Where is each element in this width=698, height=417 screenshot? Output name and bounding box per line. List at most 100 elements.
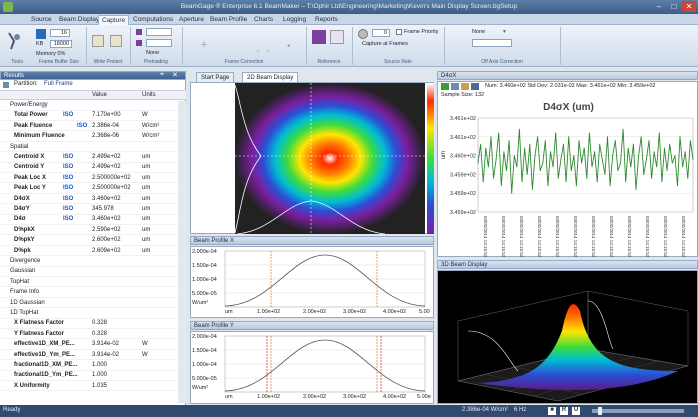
result-row[interactable]: X Flatness Factor 0.328 xyxy=(2,319,178,329)
close-button[interactable]: ✕ xyxy=(682,1,696,12)
result-row[interactable]: Gaussian xyxy=(2,267,178,277)
result-row[interactable]: Minimum Fluence 2.368e-06 W/cm² xyxy=(2,132,178,142)
kb-input[interactable]: 18000 xyxy=(50,40,72,48)
result-name: D4σX xyxy=(14,195,30,202)
save-icon[interactable] xyxy=(451,83,459,90)
menu-beam-display[interactable]: Beam Display xyxy=(56,15,102,25)
minimize-button[interactable]: – xyxy=(652,1,666,12)
result-row[interactable]: 1D TopHat xyxy=(2,309,178,319)
result-row[interactable]: TopHat xyxy=(2,278,178,288)
beam-display-3d[interactable] xyxy=(437,270,698,404)
export-icon[interactable] xyxy=(471,83,479,90)
preload-none[interactable]: None xyxy=(146,50,159,56)
result-row[interactable]: fractional1D_Ym_PE... 1.000 xyxy=(2,371,178,381)
result-row[interactable]: X Uniformity 1.035 xyxy=(2,382,178,392)
data-point xyxy=(500,185,502,187)
data-point xyxy=(506,170,507,172)
menu-reports[interactable]: Reports xyxy=(312,15,341,25)
maximize-button[interactable]: □ xyxy=(667,1,681,12)
d4sx-line-chart[interactable]: 3.461e+02 3.461e+02 3.460e+02 3.459e+02 3.45… xyxy=(438,102,698,258)
beam-profile-x-chart[interactable]: 2.000e-04 1.500e-04 1.000e-04 5.000e-05 … xyxy=(190,246,434,318)
ultracal-icon[interactable]: U xyxy=(572,407,580,415)
result-row[interactable]: Spatial xyxy=(2,143,178,153)
result-row[interactable]: Peak Loc Y ISO 2.500000e+02 um xyxy=(2,184,178,194)
frame-count-input[interactable]: 0 xyxy=(372,29,390,37)
chevron-down-icon[interactable]: ▾ xyxy=(503,29,506,35)
result-row[interactable]: effective1D_XM_PE... 3.914e-02 W xyxy=(2,340,178,350)
menu-beam-profile[interactable]: Beam Profile xyxy=(207,15,250,25)
tab-2d-beam-display[interactable]: 2D Beam Display xyxy=(242,72,299,82)
data-point xyxy=(591,166,593,168)
menu-aperture[interactable]: Aperture xyxy=(176,15,207,25)
result-row[interactable]: effective1D_Ym_PE... 3.914e-02 W xyxy=(2,351,178,361)
write-protect-icon[interactable] xyxy=(92,35,104,47)
plus-icon[interactable]: ＋ xyxy=(200,39,208,50)
result-row[interactable]: Power/Energy xyxy=(2,101,178,111)
result-row[interactable]: Peak Fluence ISO 2.386e-04 W/cm² xyxy=(2,122,178,132)
beam-profile-y-chart[interactable]: 2.000e-04 1.500e-04 1.000e-04 5.000e-05 … xyxy=(190,331,434,404)
data-point xyxy=(620,162,621,164)
check-icon[interactable]: ✓ xyxy=(266,49,271,55)
menu-logging[interactable]: Logging xyxy=(280,15,309,25)
data-point xyxy=(542,162,544,164)
y-tick-label: 3.459e+02 xyxy=(450,172,476,178)
result-row[interactable]: D4σX ISO 3.460e+02 um xyxy=(2,195,178,205)
unlock-icon[interactable] xyxy=(110,35,122,47)
zoom-slider[interactable] xyxy=(592,409,684,413)
tab-start-page[interactable]: Start Page xyxy=(196,72,235,82)
result-row[interactable]: D4σY ISO 345.978 um xyxy=(2,205,178,215)
result-row[interactable]: Total Power ISO 7.170e+00 W xyxy=(2,111,178,121)
buffer-size-input[interactable]: 16 xyxy=(50,29,70,37)
data-point xyxy=(534,155,536,157)
result-row[interactable]: Frame Info xyxy=(2,288,178,298)
group-label-frame-buffer: Frame Buffer Size xyxy=(38,59,80,65)
y-unit: W/um² xyxy=(192,300,209,306)
result-row[interactable]: D%pkX 2.590e+02 um xyxy=(2,226,178,236)
result-row[interactable]: Y Flatness Factor 0.328 xyxy=(2,330,178,340)
x-tick-label: 03/02/2014 14:15:52 xyxy=(681,216,686,258)
reference-curve-icon[interactable] xyxy=(330,30,344,44)
result-row[interactable]: D%pkY 2.600e+02 um xyxy=(2,236,178,246)
result-row[interactable]: D4σ ISO 3.460e+02 um xyxy=(2,215,178,225)
menu-source[interactable]: Source xyxy=(28,15,55,25)
result-row[interactable]: Centroid Y ISO 2.499e+02 um xyxy=(2,163,178,173)
tools-icon[interactable] xyxy=(6,31,22,51)
reference-icon[interactable] xyxy=(312,30,326,44)
data-point xyxy=(666,170,668,172)
refresh-icon[interactable] xyxy=(441,83,449,90)
result-row[interactable]: Divergence xyxy=(2,257,178,267)
result-name: Spatial xyxy=(10,143,29,150)
check-icon[interactable]: ✓ xyxy=(256,49,261,55)
off-axis-select[interactable]: None xyxy=(472,29,485,35)
record-icon[interactable]: ■ xyxy=(548,407,556,415)
preload-input[interactable] xyxy=(146,39,172,47)
data-point xyxy=(648,140,650,142)
group-label-tools: Tools xyxy=(11,59,23,65)
result-row[interactable]: Centroid X ISO 2.499e+02 um xyxy=(2,153,178,163)
off-axis-input[interactable] xyxy=(472,39,512,47)
preload-input[interactable] xyxy=(146,28,172,36)
partition-select[interactable]: Full Frame xyxy=(44,81,73,87)
menu-computations[interactable]: Computations xyxy=(130,15,176,25)
reset-icon[interactable]: R xyxy=(560,407,568,415)
beam-display-2d[interactable] xyxy=(190,82,434,235)
pin-icon[interactable]: ⌖ xyxy=(160,71,164,79)
result-row[interactable]: fractional1D_XM_PE... 1.000 xyxy=(2,361,178,371)
menu-charts[interactable]: Charts xyxy=(251,15,276,25)
result-row[interactable]: Peak Loc X ISO 2.500000e+02 um xyxy=(2,174,178,184)
scroll-arrow-icon[interactable]: ◂ xyxy=(287,43,290,49)
result-row[interactable]: D%pk 2.609e+02 um xyxy=(2,247,178,257)
result-value: 3.460e+02 xyxy=(92,216,121,223)
color-scale-bar xyxy=(427,83,434,234)
menu-capture[interactable]: Capture xyxy=(98,15,130,25)
settings-icon[interactable] xyxy=(461,83,469,90)
zoom-slider-thumb[interactable] xyxy=(598,407,602,415)
close-icon[interactable]: ✕ xyxy=(172,71,178,79)
results-scrollbar[interactable] xyxy=(178,101,186,403)
xtick: um xyxy=(225,309,233,315)
result-row[interactable]: 1D Gaussian xyxy=(2,299,178,309)
frame-priority-checkbox[interactable] xyxy=(396,29,402,35)
y-tick-label: 3.460e+02 xyxy=(450,154,476,160)
data-point xyxy=(493,177,494,179)
data-point xyxy=(565,181,567,183)
